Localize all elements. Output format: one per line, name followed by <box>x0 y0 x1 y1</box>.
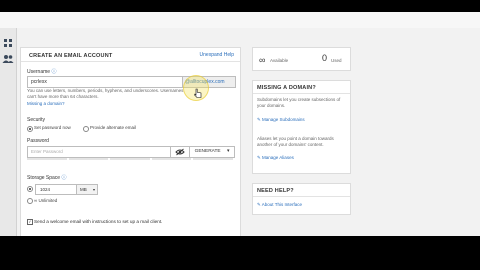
unlimited-label: ∞ Unlimited <box>34 198 58 203</box>
wrench-icon: ✎ <box>257 117 261 122</box>
strength-segment <box>68 158 109 160</box>
need-help-panel: NEED HELP? ✎ About This Interface <box>252 183 351 215</box>
set-password-label: Set password now <box>34 125 71 130</box>
strength-segment <box>193 158 233 160</box>
used-count: 0 <box>322 53 328 63</box>
manage-aliases-link[interactable]: ✎ Manage Aliases <box>257 155 294 161</box>
username-label: Username ⓘ <box>27 69 57 75</box>
aliases-text: Aliases let you point a domain towards a… <box>257 136 334 147</box>
storage-value: 1024 <box>40 187 51 192</box>
storage-unit-select[interactable]: MB ▾ <box>76 184 98 195</box>
bottom-letterbox <box>0 236 480 270</box>
security-label: Security <box>27 117 46 123</box>
toggle-visibility-button[interactable] <box>170 146 190 158</box>
welcome-email-label: Send a welcome email with instructions t… <box>34 219 163 224</box>
stats-panel: ∞ Available 0 Used <box>252 47 351 71</box>
alternate-email-label: Provide alternate email <box>90 125 137 130</box>
edit-icon: ✎ <box>257 155 261 160</box>
storage-label: Storage Space ⓘ <box>27 175 67 181</box>
users-icon[interactable] <box>2 54 14 66</box>
top-letterbox <box>0 0 480 12</box>
manage-subdomains-link[interactable]: ✎ Manage Subdomains <box>257 117 305 123</box>
strength-segment <box>110 158 150 160</box>
strength-segment <box>27 158 67 160</box>
storage-unit: MB <box>80 187 87 192</box>
password-label: Password <box>27 138 49 144</box>
caret-down-icon: ▾ <box>92 187 95 192</box>
used-label: Used <box>331 58 342 63</box>
header-divider <box>253 196 350 197</box>
edit-icon: ✎ <box>257 202 261 207</box>
left-sidebar <box>0 28 17 236</box>
username-value: pcrlesx <box>31 79 47 85</box>
caret-down-icon: ▾ <box>226 149 230 154</box>
generate-button[interactable]: GENERATE ▾ <box>189 146 235 158</box>
username-help-text: You can use letters, numbers, periods, h… <box>27 88 184 99</box>
missing-domain-panel: MISSING A DOMAIN? Subdomains let you cre… <box>252 80 351 174</box>
subdomains-text: Subdomains let you create subsections of… <box>257 97 341 108</box>
cpanel-page: CREATE AN EMAIL ACCOUNT Unexpand Help Us… <box>0 0 480 270</box>
unexpand-help-link[interactable]: Unexpand Help <box>200 52 234 58</box>
storage-limited-radio[interactable] <box>27 186 33 192</box>
password-placeholder: Enter Password <box>31 149 63 154</box>
about-interface-link[interactable]: ✎ About This Interface <box>257 202 302 208</box>
set-password-radio[interactable] <box>27 126 33 132</box>
welcome-email-checkbox[interactable]: ✓ <box>27 219 33 225</box>
alternate-email-radio[interactable] <box>83 126 89 132</box>
storage-unlimited-radio[interactable] <box>27 198 33 204</box>
password-strength-meter <box>27 158 233 160</box>
eye-slash-icon <box>175 148 185 156</box>
storage-input[interactable]: 1024 <box>35 184 77 195</box>
username-input[interactable]: pcrlesx <box>27 76 183 88</box>
infinity-icon: ∞ <box>259 55 266 65</box>
header-divider <box>253 93 350 94</box>
need-help-title: NEED HELP? <box>257 188 294 194</box>
strength-segment <box>151 158 192 160</box>
panel-title: CREATE AN EMAIL ACCOUNT <box>29 53 113 59</box>
missing-domain-link[interactable]: Missing a domain? <box>27 101 65 106</box>
hand-cursor-icon <box>194 88 202 98</box>
header-divider <box>21 61 240 62</box>
available-label: Available <box>270 58 289 63</box>
generate-label: GENERATE <box>194 149 221 154</box>
password-input[interactable]: Enter Password <box>27 146 189 158</box>
create-account-panel: CREATE AN EMAIL ACCOUNT Unexpand Help Us… <box>20 47 241 238</box>
help-icon[interactable]: ⓘ <box>61 175 66 181</box>
missing-domain-title: MISSING A DOMAIN? <box>257 85 316 91</box>
help-icon[interactable]: ⓘ <box>51 69 56 75</box>
grid-icon[interactable] <box>2 38 14 50</box>
infinity-icon: ∞ <box>34 198 38 203</box>
